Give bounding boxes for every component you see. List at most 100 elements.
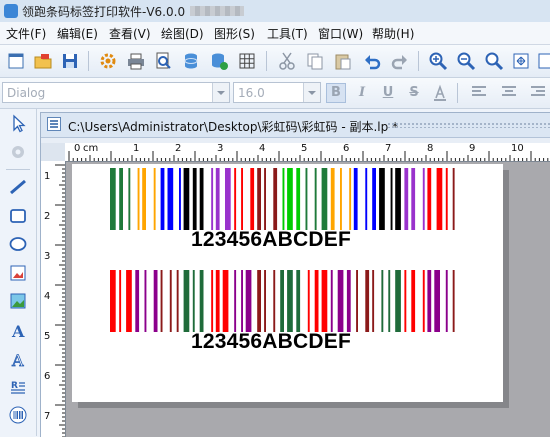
ruler-h-label-10: 10 [511,143,524,154]
underline-button[interactable]: U [378,83,398,103]
menu-window[interactable]: 窗口(W) [318,25,363,42]
zoom-actual-icon[interactable] [484,51,504,71]
align-center-icon[interactable] [502,86,516,98]
open-icon[interactable] [33,51,53,71]
menu-file[interactable]: 文件(F) [6,25,46,42]
menu-tools[interactable]: 工具(T) [267,25,308,42]
line-icon[interactable] [8,177,28,197]
barcode-1[interactable] [108,168,458,230]
document-tab[interactable]: C:\Users\Administrator\Desktop\彩虹码\彩虹码 -… [41,113,550,138]
barcode-bar [234,168,237,230]
barcode-bar [287,168,293,230]
canvas-area[interactable]: 123456ABCDEF 123456ABCDEF [66,162,550,437]
barcode-bar [126,270,132,332]
barcode-icon[interactable] [8,405,28,425]
tab-grip [387,122,550,128]
barcode-bar [287,270,293,332]
text-icon[interactable]: A [8,320,28,340]
barcode-bar [280,270,284,332]
fit-width-icon[interactable] [537,51,550,71]
fit-page-icon[interactable] [511,51,531,71]
zoom-out-icon[interactable] [456,51,476,71]
barcode-bar [314,270,319,332]
chevron-down-icon[interactable] [303,83,320,102]
align-right-icon[interactable] [531,86,545,98]
barcode-bar [135,270,140,332]
ellipse-icon[interactable] [8,234,28,254]
font-name-select[interactable]: Dialog [2,82,230,103]
barcode-bar [340,168,342,230]
picture-icon[interactable] [8,291,28,311]
barcode-bar [404,168,409,230]
paste-icon[interactable] [333,51,353,71]
new-icon[interactable] [6,51,26,71]
italic-button[interactable]: I [352,83,372,103]
barcode-bar [241,168,243,230]
paragraph-text-icon[interactable]: R [8,377,28,397]
settings-icon[interactable] [98,51,118,71]
ruler-v-label-1: 1 [44,171,51,182]
print-preview-icon[interactable] [153,51,173,71]
ruler-h-label-9: 9 [469,143,476,154]
redo-icon[interactable] [390,51,410,71]
barcode-bar [427,168,432,230]
image-edit-icon[interactable] [8,263,28,283]
chevron-down-icon[interactable] [212,83,229,102]
print-icon[interactable] [126,51,146,71]
barcode-bar [183,270,190,332]
label-page[interactable]: 123456ABCDEF 123456ABCDEF [72,164,503,402]
bold-button[interactable]: B [326,83,346,103]
save-icon[interactable] [60,51,80,71]
page-shadow [503,170,509,408]
ruler-unit: cm [83,143,99,154]
toolbar-separator [88,51,89,71]
barcode-bar [183,168,190,230]
menu-help[interactable]: 帮助(H) [372,25,414,42]
barcode-bar [241,270,243,332]
rectangle-icon[interactable] [8,206,28,226]
barcode-bar [296,270,301,332]
toolbar-separator [418,51,419,71]
cut-icon[interactable] [277,51,297,71]
font-name-value: Dialog [7,86,46,100]
barcode-bar [167,168,174,230]
tool-separator [6,169,30,170]
barcode-bar [337,270,344,332]
barcode-bar [199,270,204,332]
barcode-bar [222,270,229,332]
tool-palette: A A R [0,109,37,436]
barcode-bar [215,270,220,332]
zoom-in-icon[interactable] [428,51,448,71]
menu-shape[interactable]: 图形(S) [214,25,255,42]
grid-icon[interactable] [237,51,257,71]
hand-icon[interactable] [8,142,28,162]
barcode-bar [234,270,237,332]
text-color-icon[interactable] [430,83,450,103]
select-icon[interactable] [8,114,28,134]
barcode-bar [445,168,448,230]
font-size-select[interactable]: 16.0 [233,82,321,103]
database-connect-icon[interactable] [209,51,229,71]
ruler-h-label-0: 0 [74,143,81,154]
barcode-bar [160,168,165,230]
barcode-bar [250,168,255,230]
barcode-bar [225,168,231,230]
outline-text-icon[interactable]: A [8,349,28,369]
strikethrough-button[interactable]: S [404,83,424,103]
barcode-bar [110,270,116,332]
barcode-bar [434,270,440,332]
align-left-icon[interactable] [472,86,486,98]
ruler-h-label-4: 4 [259,143,266,154]
svg-text:A: A [11,351,24,369]
barcode-bar [179,168,181,230]
database-icon[interactable] [181,51,201,71]
barcode-bar [142,168,146,230]
menu-edit[interactable]: 编辑(E) [57,25,98,42]
barcode-2[interactable] [108,270,458,332]
ruler-v-label-5: 5 [44,331,51,342]
copy-icon[interactable] [305,51,325,71]
menu-view[interactable]: 查看(V) [109,25,151,42]
menu-draw[interactable]: 绘图(D) [161,25,204,42]
undo-icon[interactable] [362,51,382,71]
ruler-v-label-3: 3 [44,251,51,262]
